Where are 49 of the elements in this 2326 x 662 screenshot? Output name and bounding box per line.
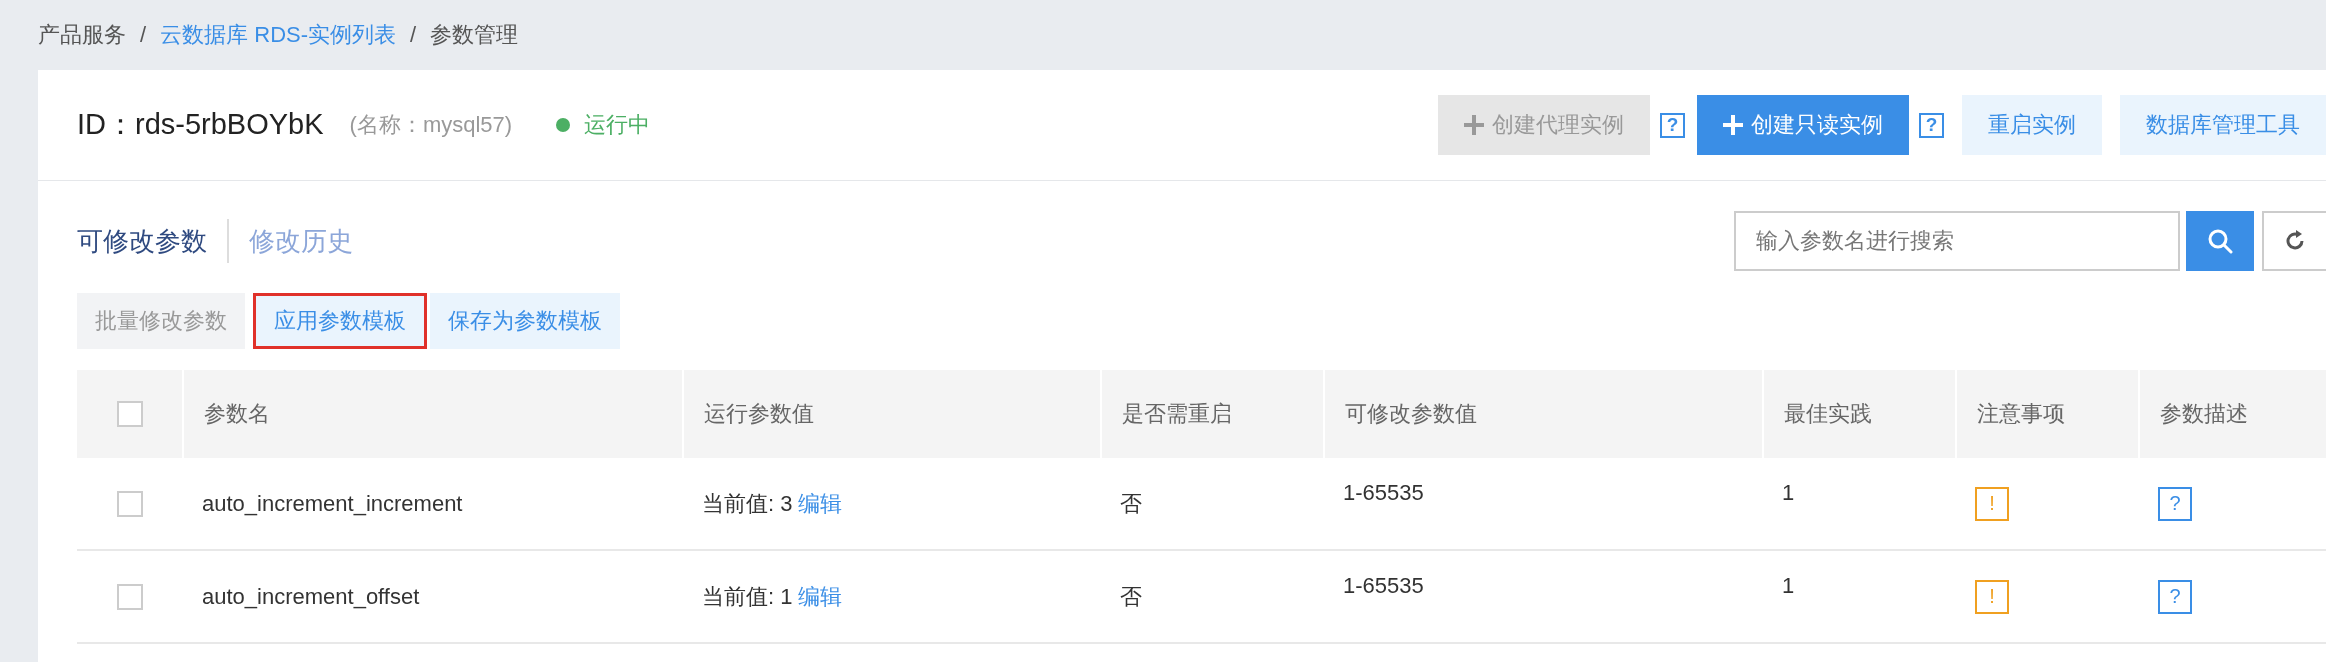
edit-link[interactable]: 编辑 xyxy=(798,581,843,612)
checkbox[interactable] xyxy=(116,401,143,427)
column-header: 参数名 xyxy=(182,370,682,458)
toolbar-button[interactable]: 应用参数模板 xyxy=(253,293,427,349)
column-header: 最佳实践 xyxy=(1762,370,1955,458)
breadcrumb-item: 参数管理 xyxy=(430,21,519,49)
breadcrumb-item: 产品服务 xyxy=(38,21,126,49)
warning-icon[interactable]: ! xyxy=(1975,486,2009,521)
search-icon xyxy=(2207,228,2233,254)
warning-icon[interactable]: ! xyxy=(1975,579,2009,614)
table-cell-text: 当前值: 1 xyxy=(702,582,793,611)
column-header: 是否需重启 xyxy=(1100,370,1323,458)
breadcrumb-separator: / xyxy=(140,22,147,48)
edit-link[interactable]: 编辑 xyxy=(798,488,843,519)
breadcrumb-link[interactable]: 云数据库 RDS-实例列表 xyxy=(160,20,396,50)
table-cell-text: 当前值: 3 xyxy=(702,489,793,518)
action-button[interactable]: 数据库管理工具 xyxy=(2120,95,2326,155)
column-header: 运行参数值 xyxy=(682,370,1100,458)
tab[interactable]: 可修改参数 xyxy=(77,223,207,259)
column-header: 可修改参数值 xyxy=(1323,370,1762,458)
search-button[interactable] xyxy=(2186,211,2254,271)
table-cell-text: 否 xyxy=(1120,489,1142,518)
refresh-button[interactable] xyxy=(2262,211,2326,271)
action-button[interactable]: 重启实例 xyxy=(1962,95,2102,155)
create-button[interactable]: 创建只读实例 xyxy=(1697,95,1909,155)
column-header: 参数描述 xyxy=(2138,370,2326,458)
column-header: 注意事项 xyxy=(1955,370,2138,458)
table-cell: 1-65535 xyxy=(1343,573,1424,599)
table-cell: auto_increment_increment xyxy=(202,490,463,517)
status-label: 运行中 xyxy=(584,111,651,139)
table-cell: 1-65535 xyxy=(1343,480,1424,506)
checkbox[interactable] xyxy=(116,583,143,610)
instance-id: ID：rds-5rbBOYbK xyxy=(77,107,324,142)
table-cell-text: 否 xyxy=(1120,582,1142,611)
table-cell: 1 xyxy=(1782,573,1795,599)
tab[interactable]: 修改历史 xyxy=(249,223,353,259)
status-dot xyxy=(556,118,571,132)
breadcrumb-separator: / xyxy=(410,22,417,48)
table-cell: auto_increment_offset xyxy=(202,583,420,610)
checkbox[interactable] xyxy=(116,490,143,517)
toolbar-button[interactable]: 保存为参数模板 xyxy=(430,293,620,349)
search-field[interactable]: 输入参数名进行搜索 xyxy=(1734,211,2180,271)
table-cell: 1 xyxy=(1782,480,1795,506)
help-icon[interactable]: ? xyxy=(1919,112,1944,138)
help-icon[interactable]: ? xyxy=(2158,486,2192,521)
plus-icon xyxy=(1723,115,1743,135)
help-icon[interactable]: ? xyxy=(2158,579,2192,614)
instance-name: (名称：mysql57) xyxy=(349,111,513,139)
plus-icon xyxy=(1464,115,1484,135)
